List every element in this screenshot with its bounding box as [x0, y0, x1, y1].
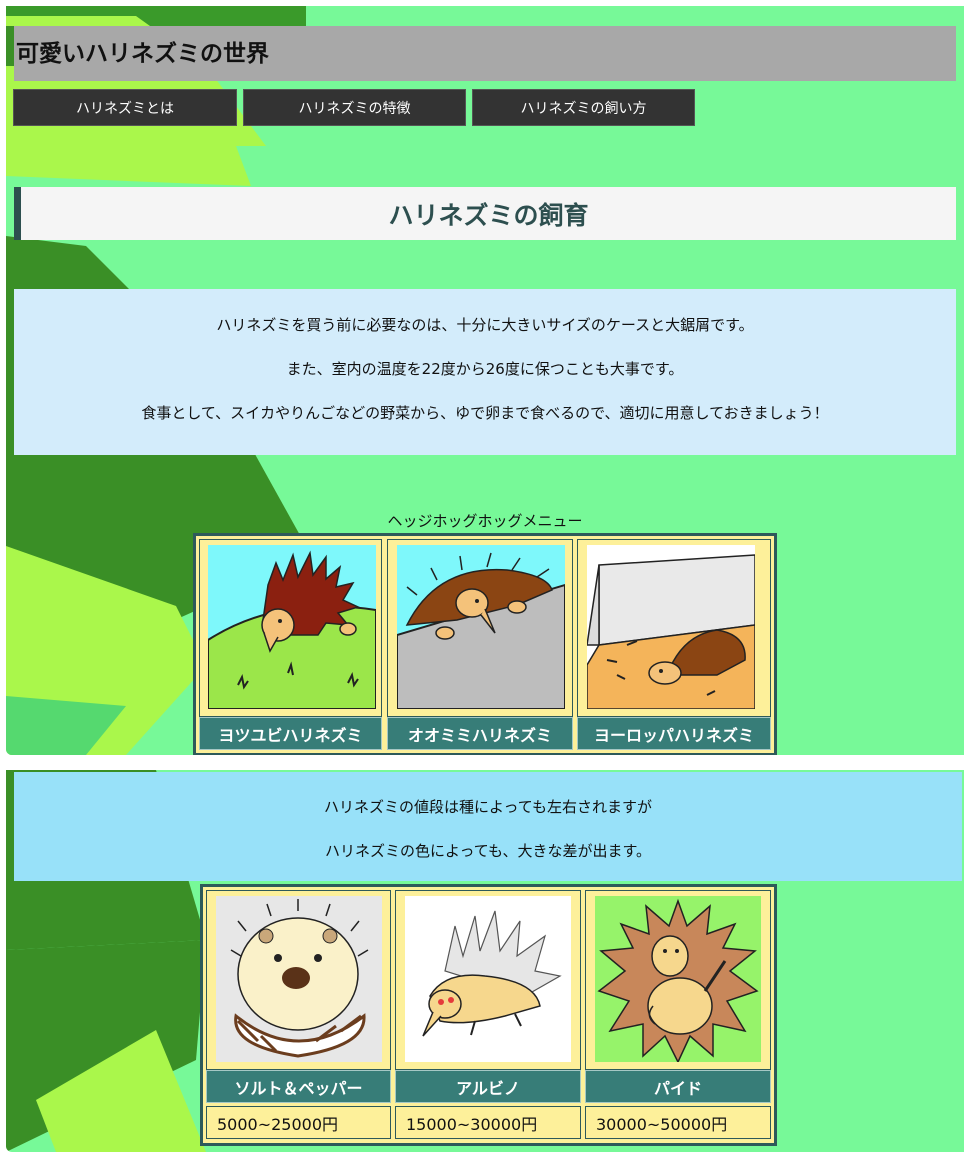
- menu-caption: ヘッジホッグホッグメニュー: [387, 512, 583, 530]
- site-title: 可愛いハリネズミの世界: [16, 41, 269, 67]
- hedgehog-in-cage-icon: [587, 545, 755, 709]
- page-panel-care: 可愛いハリネズミの世界 ハリネズミとは ハリネズミの特徴 ハリネズミの飼い方 ハ…: [6, 6, 964, 755]
- section-heading: ハリネズミの飼育: [388, 200, 589, 230]
- price-info-line: ハリネズミの色によっても、大きな差が出ます。: [324, 842, 652, 860]
- color-price-table: ソルト＆ペッパー 5000~25000円 アルビノ 15000~30000円 パ…: [200, 884, 777, 1146]
- care-info-line: 食事として、スイカやりんごなどの野菜から、ゆで卵まで食べるので、適切に用意してお…: [141, 404, 829, 422]
- species-image-cell[interactable]: [577, 539, 771, 717]
- color-image-cell[interactable]: [585, 890, 771, 1070]
- species-menu-table: ヨツユビハリネズミ オオミミハリネズミ ヨーロッパハリネズミ: [193, 533, 777, 755]
- price-info-line: ハリネズミの値段は種によっても左右されますが: [323, 798, 653, 816]
- color-label-albino[interactable]: アルビノ: [395, 1070, 581, 1103]
- nav-button-features[interactable]: ハリネズミの特徴: [243, 89, 466, 126]
- salt-pepper-hedgehog-icon: [216, 896, 382, 1062]
- color-image-cell[interactable]: [206, 890, 391, 1070]
- species-label-yotsuyubi[interactable]: ヨツユビハリネズミ: [199, 717, 382, 750]
- price-pied: 30000~50000円: [585, 1106, 771, 1139]
- species-image-cell[interactable]: [199, 539, 382, 717]
- section-heading-box: ハリネズミの飼育: [14, 187, 956, 240]
- care-info-box: ハリネズミを買う前に必要なのは、十分に大きいサイズのケースと大鋸屑です。 また、…: [14, 289, 956, 455]
- color-label-pied[interactable]: パイド: [585, 1070, 771, 1103]
- nav-button-how-to-keep[interactable]: ハリネズミの飼い方: [472, 89, 695, 126]
- species-label-europe[interactable]: ヨーロッパハリネズミ: [577, 717, 771, 750]
- care-info-line: また、室内の温度を22度から26度に保つことも大事です。: [286, 360, 684, 378]
- species-label-oomimi[interactable]: オオミミハリネズミ: [387, 717, 573, 750]
- nav-button-what-is[interactable]: ハリネズミとは: [13, 89, 237, 126]
- color-label-salt-pepper[interactable]: ソルト＆ペッパー: [206, 1070, 391, 1103]
- page-panel-price: ハリネズミの値段は種によっても左右されますが ハリネズミの色によっても、大きな差…: [6, 770, 964, 1152]
- title-bar: 可愛いハリネズミの世界: [14, 26, 956, 81]
- care-info-line: ハリネズミを買う前に必要なのは、十分に大きいサイズのケースと大鋸屑です。: [216, 316, 754, 334]
- price-albino: 15000~30000円: [395, 1106, 581, 1139]
- color-image-cell[interactable]: [395, 890, 581, 1070]
- price-salt-pepper: 5000~25000円: [206, 1106, 391, 1139]
- hedgehog-on-hill-icon: [208, 545, 376, 709]
- albino-hedgehog-icon: [405, 896, 571, 1062]
- hedgehog-peeking-icon: [397, 545, 565, 709]
- species-image-cell[interactable]: [387, 539, 573, 717]
- price-info-box: ハリネズミの値段は種によっても左右されますが ハリネズミの色によっても、大きな差…: [14, 772, 962, 881]
- pied-hedgehog-icon: [595, 896, 761, 1062]
